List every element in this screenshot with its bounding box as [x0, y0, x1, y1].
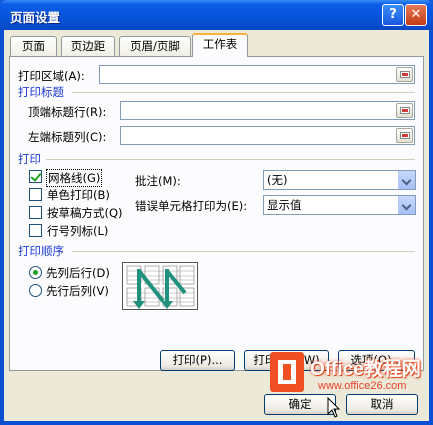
print-titles-group-label: 打印标题 [18, 85, 64, 99]
close-button[interactable]: ✕ [405, 4, 427, 26]
rows-to-repeat-input[interactable] [120, 101, 415, 120]
black-and-white-checkbox[interactable] [29, 188, 42, 201]
chevron-down-icon[interactable] [398, 171, 415, 189]
row-col-headings-checkbox[interactable] [29, 224, 42, 237]
page-order-preview-graphic [126, 265, 195, 309]
left-cols-label: 左端标题列(C): [28, 130, 107, 144]
tab-margins[interactable]: 页边距 [61, 36, 115, 56]
office-logo-icon [270, 352, 304, 392]
dialog-title: 页面设置 [10, 10, 61, 25]
divider [72, 251, 415, 252]
print-button[interactable]: 打印(P)... [160, 350, 235, 371]
page-order-preview [122, 262, 198, 310]
office-watermark: Office教程网 www.office26.com [270, 352, 430, 422]
watermark-url: www.office26.com [318, 380, 407, 392]
print-group-label: 打印 [18, 152, 41, 166]
comments-select[interactable]: (无) [263, 170, 416, 190]
title-bar[interactable]: 页面设置 ? ✕ [0, 0, 433, 30]
cols-to-repeat-input[interactable] [120, 126, 415, 145]
tab-sheet[interactable]: 工作表 [192, 33, 248, 57]
print-area-collapse-button[interactable] [396, 67, 413, 82]
row-col-headings-label[interactable]: 行号列标(L) [47, 223, 108, 239]
draft-quality-label[interactable]: 按草稿方式(Q) [47, 205, 123, 221]
top-rows-label: 顶端标题行(R): [28, 105, 107, 119]
print-area-label: 打印区域(A): [18, 69, 85, 83]
gridlines-checkbox[interactable] [29, 170, 42, 183]
tab-header-footer[interactable]: 页眉/页脚 [119, 36, 191, 56]
down-then-over-label[interactable]: 先列后行(D) [46, 265, 110, 281]
page-setup-dialog: 页面设置 ? ✕ 页面 页边距 页眉/页脚 工作表 打印区域(A): 打印标题 … [0, 0, 433, 425]
divider [72, 92, 415, 93]
watermark-brand: Office教程网 [310, 359, 421, 380]
comments-label: 批注(M): [135, 174, 181, 188]
over-then-down-radio[interactable] [29, 284, 42, 297]
rows-collapse-button[interactable] [396, 103, 413, 118]
cell-errors-value: 显示值 [267, 198, 302, 212]
divider [46, 159, 415, 160]
tab-page[interactable]: 页面 [10, 36, 57, 56]
cols-collapse-button[interactable] [396, 128, 413, 143]
over-then-down-label[interactable]: 先行后列(V) [46, 283, 109, 299]
down-then-over-radio[interactable] [29, 266, 42, 279]
draft-quality-checkbox[interactable] [29, 206, 42, 219]
mouse-cursor-icon [327, 397, 341, 418]
gridlines-label[interactable]: 网格线(G) [46, 169, 103, 187]
help-button[interactable]: ? [382, 4, 404, 26]
comments-value: (无) [267, 173, 288, 187]
cell-errors-select[interactable]: 显示值 [263, 195, 416, 215]
black-and-white-label[interactable]: 单色打印(B) [47, 187, 110, 203]
page-order-group-label: 打印顺序 [18, 244, 64, 258]
cell-errors-label: 错误单元格打印为(E): [135, 199, 248, 213]
sheet-tab-panel: 打印区域(A): 打印标题 顶端标题行(R): 左端标题列(C): 打印 网格线… [9, 56, 424, 371]
print-area-input[interactable] [99, 65, 415, 84]
chevron-down-icon[interactable] [398, 196, 415, 214]
